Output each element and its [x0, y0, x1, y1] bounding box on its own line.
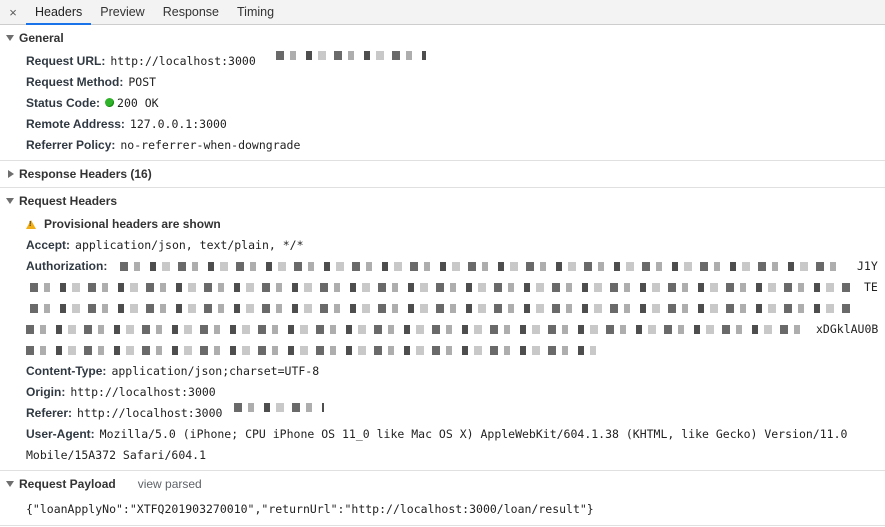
redacted-text: [234, 403, 325, 412]
request-headers-title: Request Headers: [19, 194, 118, 208]
request-payload-body[interactable]: {"loanApplyNo":"XTFQ201903270010","retur…: [0, 497, 885, 525]
tab-timing[interactable]: Timing: [228, 0, 283, 24]
status-dot-icon: [105, 98, 115, 107]
status-code-row: Status Code: 200 OK: [26, 93, 885, 114]
request-headers-section: Request Headers Provisional headers are …: [0, 188, 885, 471]
redacted-text: [30, 283, 855, 292]
content-type-key: Content-Type:: [26, 364, 107, 378]
redacted-text: [26, 346, 596, 355]
referer-row: Referer: http://localhost:3000: [26, 403, 885, 424]
authorization-key: Authorization:: [26, 259, 108, 273]
referer-value[interactable]: http://localhost:3000: [77, 403, 222, 424]
origin-row: Origin: http://localhost:3000: [26, 382, 885, 403]
triangle-down-icon: [6, 35, 14, 41]
redacted-text: [26, 325, 802, 334]
redacted-text: [275, 51, 426, 60]
request-payload-section: Request Payload view parsed {"loanApplyN…: [0, 471, 885, 526]
close-icon[interactable]: ×: [0, 0, 26, 24]
referrer-policy-value[interactable]: no-referrer-when-downgrade: [120, 135, 300, 156]
user-agent-key: User-Agent:: [26, 427, 95, 441]
response-headers-section: Response Headers (16): [0, 161, 885, 188]
request-method-value[interactable]: POST: [128, 72, 156, 93]
accept-key: Accept:: [26, 238, 71, 252]
authorization-value[interactable]: Authorization: J1Y TE xDGklAU0B: [26, 256, 878, 361]
referrer-policy-row: Referrer Policy: no-referrer-when-downgr…: [26, 135, 885, 156]
response-headers-header[interactable]: Response Headers (16): [0, 161, 885, 187]
triangle-down-icon: [6, 481, 14, 487]
content-type-value[interactable]: application/json;charset=UTF-8: [111, 361, 319, 382]
request-payload-header[interactable]: Request Payload view parsed: [0, 471, 885, 497]
authorization-fragment: J1Y: [857, 259, 878, 273]
status-code-key: Status Code:: [26, 96, 101, 110]
request-method-key: Request Method:: [26, 75, 124, 89]
referer-key: Referer:: [26, 406, 73, 420]
general-section: General Request URL: http://localhost:30…: [0, 25, 885, 161]
request-headers-header[interactable]: Request Headers: [0, 188, 885, 214]
user-agent-row: User-Agent: Mozilla/5.0 (iPhone; CPU iPh…: [26, 424, 885, 466]
request-url-key: Request URL:: [26, 54, 106, 68]
provisional-warning-text: Provisional headers are shown: [44, 217, 221, 231]
request-url-value[interactable]: http://localhost:3000: [110, 51, 255, 72]
triangle-right-icon: [8, 170, 14, 178]
authorization-row: Authorization: J1Y TE xDGklAU0B: [26, 256, 885, 361]
view-parsed-link[interactable]: view parsed: [138, 477, 202, 491]
accept-row: Accept: application/json, text/plain, */…: [26, 235, 885, 256]
triangle-down-icon: [6, 198, 14, 204]
status-code-value[interactable]: 200 OK: [105, 93, 159, 114]
tab-headers[interactable]: Headers: [26, 0, 92, 25]
tab-bar: × Headers Preview Response Timing: [0, 0, 885, 25]
request-method-row: Request Method: POST: [26, 72, 885, 93]
warning-icon: [26, 220, 36, 229]
remote-address-row: Remote Address: 127.0.0.1:3000: [26, 114, 885, 135]
referrer-policy-key: Referrer Policy:: [26, 138, 116, 152]
authorization-fragment: TE: [864, 280, 878, 294]
general-title: General: [19, 31, 64, 45]
provisional-warning: Provisional headers are shown: [26, 214, 885, 235]
tab-response[interactable]: Response: [154, 0, 228, 24]
origin-key: Origin:: [26, 385, 66, 399]
accept-value[interactable]: application/json, text/plain, */*: [75, 235, 303, 256]
origin-value[interactable]: http://localhost:3000: [70, 382, 215, 403]
request-url-row: Request URL: http://localhost:3000: [26, 51, 885, 72]
response-headers-title: Response Headers (16): [19, 167, 152, 181]
remote-address-value[interactable]: 127.0.0.1:3000: [130, 114, 227, 135]
redacted-text: [30, 304, 856, 313]
authorization-fragment: xDGklAU0B: [816, 322, 879, 336]
content-type-row: Content-Type: application/json;charset=U…: [26, 361, 885, 382]
general-section-header[interactable]: General: [0, 25, 885, 51]
user-agent-value-cont[interactable]: Mobile/15A372 Safari/604.1: [26, 445, 206, 466]
tab-preview[interactable]: Preview: [91, 0, 153, 24]
remote-address-key: Remote Address:: [26, 117, 125, 131]
user-agent-value[interactable]: Mozilla/5.0 (iPhone; CPU iPhone OS 11_0 …: [100, 424, 848, 445]
request-payload-title: Request Payload: [19, 477, 116, 491]
redacted-text: [120, 262, 845, 271]
status-code-text: 200 OK: [117, 96, 159, 110]
